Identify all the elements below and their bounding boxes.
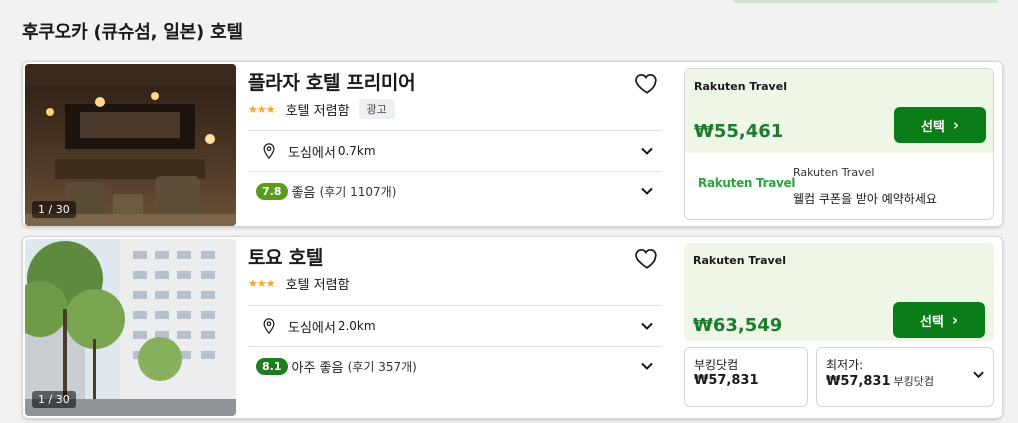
photo-counter: 1 / 30	[32, 201, 76, 218]
photo-counter: 1 / 30	[32, 391, 76, 408]
select-button[interactable]: 선택 ›	[894, 107, 986, 143]
distance-value: 0.7km	[337, 144, 376, 158]
lowest-source: 부킹닷컴	[893, 375, 934, 388]
rating-text: 아주 좋음	[291, 360, 344, 376]
deal-provider: Rakuten Travel	[694, 80, 787, 93]
select-label: 선택	[920, 119, 945, 135]
divider	[248, 130, 662, 131]
hotel-name[interactable]: 토요 호텔	[248, 243, 323, 270]
partner-name: Rakuten Travel	[793, 166, 875, 179]
hotel-rating-row: ★★★ 호텔 저렴함	[248, 274, 350, 293]
distance-value: 2.0km	[337, 319, 376, 333]
deal-price: ₩63,549	[693, 315, 783, 336]
divider	[248, 346, 662, 347]
lowest-price: ₩57,831 부킹닷컴	[826, 373, 934, 389]
review-count: (후기 357개)	[347, 359, 417, 374]
review-count: (후기 1107개)	[319, 184, 397, 199]
rating-badge: 8.1	[256, 357, 288, 375]
chevron-right-icon: ›	[952, 116, 960, 134]
location-row[interactable]: 도심에서 0.7km	[248, 137, 662, 165]
deal-price: ₩57,831	[694, 373, 759, 388]
location-row[interactable]: 도심에서 2.0km	[248, 312, 662, 340]
rating-badge: 7.8	[256, 182, 288, 200]
chevron-right-icon: ›	[951, 311, 959, 329]
deal-box[interactable]: Rakuten Travel ₩63,549 선택 ›	[684, 243, 994, 343]
lowest-price-deal[interactable]: 최저가: ₩57,831 부킹닷컴	[816, 347, 994, 407]
lowest-label: 최저가:	[826, 358, 864, 372]
deal-box[interactable]: Rakuten Travel ₩55,461 선택 › Rakuten Trav…	[684, 68, 994, 220]
star-rating: ★★★	[248, 277, 276, 290]
divider	[248, 171, 662, 172]
chevron-down-icon[interactable]	[640, 359, 654, 373]
location-pin-icon	[263, 143, 275, 160]
location-pin-icon	[263, 318, 275, 335]
alternative-deals: 부킹닷컴 ₩57,831 최저가: ₩57,831 부킹닷컴	[684, 347, 994, 411]
hotel-building-image	[25, 239, 236, 416]
distance-prefix: 도심에서	[288, 320, 336, 336]
chevron-down-icon[interactable]	[640, 144, 654, 158]
heart-icon[interactable]	[634, 245, 660, 271]
star-rating: ★★★	[248, 102, 276, 116]
distance-prefix: 도심에서	[288, 145, 336, 161]
hotel-photo[interactable]: 1 / 30	[25, 64, 236, 226]
deal-provider: Rakuten Travel	[693, 254, 786, 267]
divider	[248, 305, 662, 306]
hotel-card[interactable]: 1 / 30 플라자 호텔 프리미어 ★★★ 호텔 저렴함 광고 도심에서 0.…	[22, 61, 1003, 227]
chevron-down-icon[interactable]	[972, 368, 985, 381]
review-row[interactable]: 8.1 아주 좋음 (후기 357개)	[248, 352, 662, 380]
featured-deal[interactable]: Rakuten Travel ₩55,461 선택 ›	[685, 69, 993, 153]
ad-badge: 광고	[358, 99, 395, 119]
chevron-down-icon[interactable]	[640, 319, 654, 333]
lowest-price-value: ₩57,831	[826, 374, 891, 389]
hotel-photo[interactable]: 1 / 30	[25, 239, 236, 416]
rating-text: 좋음	[291, 185, 316, 201]
partner-promo[interactable]: 웰컴 쿠폰을 받아 예약하세요	[793, 190, 937, 207]
deal-provider: 부킹닷컴	[694, 358, 739, 372]
heart-icon[interactable]	[634, 70, 660, 96]
rakuten-logo: Rakuten Travel	[698, 176, 796, 190]
hotel-category: 호텔 저렴함	[285, 278, 350, 293]
featured-deal[interactable]: Rakuten Travel ₩63,549 선택 ›	[684, 243, 994, 341]
hotel-card[interactable]: 1 / 30 토요 호텔 ★★★ 호텔 저렴함 도심에서 2.0km 8.1 아…	[22, 236, 1003, 419]
review-row[interactable]: 7.8 좋음 (후기 1107개)	[248, 177, 662, 205]
page-title: 후쿠오카 (큐슈섬, 일본) 호텔	[22, 22, 243, 43]
deal-price: ₩55,461	[694, 121, 784, 142]
booking-deal[interactable]: 부킹닷컴 ₩57,831	[684, 347, 808, 407]
select-label: 선택	[919, 314, 944, 330]
hotel-name[interactable]: 플라자 호텔 프리미어	[248, 68, 416, 95]
chevron-down-icon[interactable]	[640, 184, 654, 198]
select-button[interactable]: 선택 ›	[893, 302, 985, 338]
map-preview-edge[interactable]	[733, 0, 998, 3]
hotel-category: 호텔 저렴함	[285, 103, 350, 119]
hotel-rating-row: ★★★ 호텔 저렴함 광고	[248, 99, 395, 119]
